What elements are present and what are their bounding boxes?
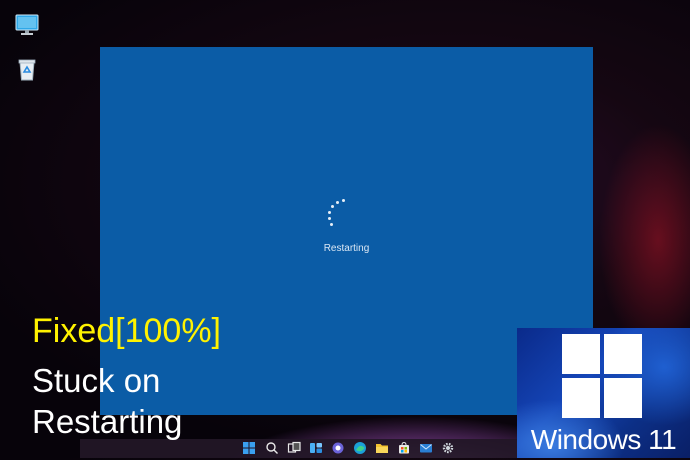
settings-icon[interactable] (441, 441, 455, 455)
edge-icon[interactable] (353, 441, 367, 455)
monitor-icon (15, 14, 39, 35)
caption-line-1: Stuck on (32, 362, 161, 399)
brand-text: Windows 11 (530, 424, 677, 455)
caption-fixed: Fixed[100%] (32, 312, 221, 350)
store-icon[interactable] (397, 441, 411, 455)
widgets-icon[interactable] (309, 441, 323, 455)
chat-icon[interactable] (331, 441, 345, 455)
search-icon[interactable] (265, 441, 279, 455)
mail-icon[interactable] (419, 441, 433, 455)
loading-dots-icon (325, 199, 351, 229)
start-icon[interactable] (242, 441, 256, 455)
file-explorer-icon[interactable] (375, 441, 389, 455)
restarting-status-text: Restarting (323, 243, 370, 254)
windows-11-brand-tile: Windows 11 (517, 328, 690, 458)
caption-line-2: Restarting (32, 403, 183, 440)
desktop-icon-this-pc[interactable] (14, 12, 40, 38)
recycle-bin-icon (18, 59, 36, 81)
desktop-icon-recycle-bin[interactable] (14, 56, 40, 82)
windows-logo-icon (562, 334, 642, 418)
task-view-icon[interactable] (287, 441, 301, 455)
